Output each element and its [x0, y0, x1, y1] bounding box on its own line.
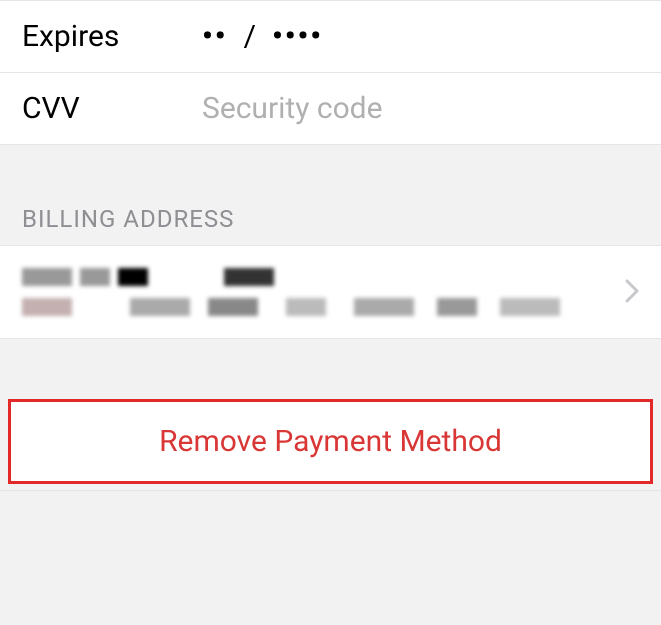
expires-year-mask: ••••	[272, 19, 323, 54]
address-line-2-redacted	[22, 298, 615, 316]
billing-address-content	[22, 268, 615, 316]
expires-label: Expires	[22, 19, 202, 54]
remove-payment-method-button[interactable]: Remove Payment Method	[8, 399, 653, 484]
cvv-row[interactable]: CVV Security code	[0, 73, 661, 145]
address-line-1-redacted	[22, 268, 615, 286]
card-details-section: Expires •• / •••• CVV Security code	[0, 0, 661, 145]
bottom-spacer	[0, 490, 661, 510]
expires-value: •• / ••••	[202, 19, 323, 54]
cvv-label: CVV	[22, 91, 202, 126]
billing-address-row[interactable]	[0, 245, 661, 339]
expires-row[interactable]: Expires •• / ••••	[0, 0, 661, 73]
section-spacer	[0, 339, 661, 399]
cvv-input-placeholder: Security code	[202, 91, 383, 126]
expires-month-mask: ••	[202, 19, 228, 54]
expires-separator: /	[244, 19, 256, 54]
billing-address-header: BILLING ADDRESS	[0, 145, 661, 245]
chevron-right-icon	[625, 273, 639, 311]
